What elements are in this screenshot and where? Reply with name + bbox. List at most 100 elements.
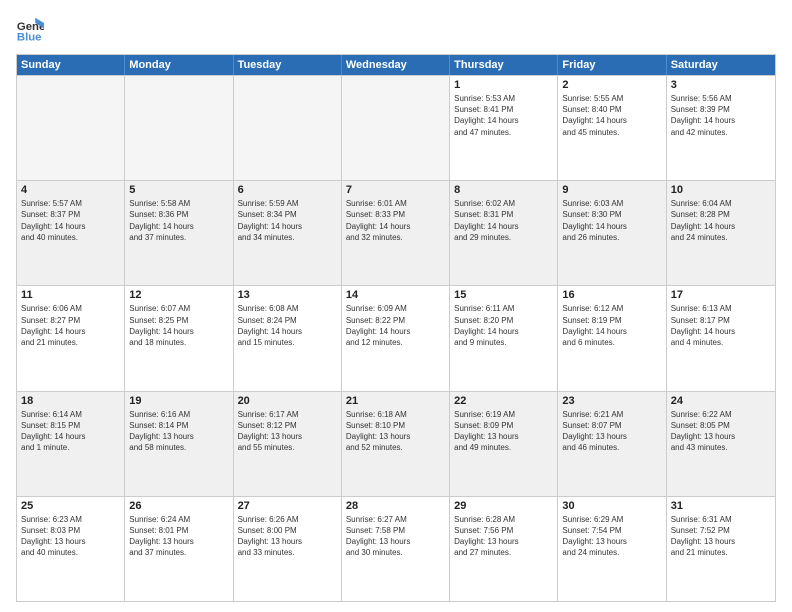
day-cell-12: 12 Sunrise: 6:07 AM Sunset: 8:25 PM Dayli… (125, 286, 233, 390)
day-cell-30: 30Sunrise: 6:29 AM Sunset: 7:54 PM Dayli… (558, 497, 666, 601)
day-cell-27: 27 Sunrise: 6:26 AM Sunset: 8:00 PM Dayli… (234, 497, 342, 601)
day-number: 19 (129, 395, 228, 407)
cell-info: Sunrise: 6:08 AM Sunset: 8:24 PM Dayligh… (238, 303, 337, 348)
day-cell-5: 5 Sunrise: 5:58 AM Sunset: 8:36 PM Daylig… (125, 181, 233, 285)
cell-info: Sunrise: 6:07 AM Sunset: 8:25 PM Dayligh… (129, 303, 228, 348)
empty-cell (234, 76, 342, 180)
header-cell-monday: Monday (125, 55, 233, 75)
day-number: 16 (562, 289, 661, 301)
cell-info: Sunrise: 6:14 AM Sunset: 8:15 PM Dayligh… (21, 409, 120, 454)
cell-info: Sunrise: 6:18 AM Sunset: 8:10 PM Dayligh… (346, 409, 445, 454)
day-cell-18: 18 Sunrise: 6:14 AM Sunset: 8:15 PM Dayli… (17, 392, 125, 496)
calendar-row-0: 1 Sunrise: 5:53 AM Sunset: 8:41 PM Daylig… (17, 75, 775, 180)
day-number: 11 (21, 289, 120, 301)
cell-info: Sunrise: 6:24 AM Sunset: 8:01 PM Dayligh… (129, 514, 228, 559)
day-number: 23 (562, 395, 661, 407)
empty-cell (17, 76, 125, 180)
day-number: 5 (129, 184, 228, 196)
header-cell-sunday: Sunday (17, 55, 125, 75)
day-number: 7 (346, 184, 445, 196)
cell-info: Sunrise: 6:29 AM Sunset: 7:54 PM Dayligh… (562, 514, 661, 559)
day-cell-9: 9 Sunrise: 6:03 AM Sunset: 8:30 PM Daylig… (558, 181, 666, 285)
day-number: 12 (129, 289, 228, 301)
cell-info: Sunrise: 6:19 AM Sunset: 8:09 PM Dayligh… (454, 409, 553, 454)
calendar: SundayMondayTuesdayWednesdayThursdayFrid… (16, 54, 776, 602)
day-cell-19: 19 Sunrise: 6:16 AM Sunset: 8:14 PM Dayli… (125, 392, 233, 496)
empty-cell (342, 76, 450, 180)
day-number: 20 (238, 395, 337, 407)
day-number: 13 (238, 289, 337, 301)
day-number: 27 (238, 500, 337, 512)
cell-info: Sunrise: 6:11 AM Sunset: 8:20 PM Dayligh… (454, 303, 553, 348)
day-cell-29: 29 Sunrise: 6:28 AM Sunset: 7:56 PM Dayli… (450, 497, 558, 601)
cell-info: Sunrise: 6:23 AM Sunset: 8:03 PM Dayligh… (21, 514, 120, 559)
day-number: 6 (238, 184, 337, 196)
cell-info: Sunrise: 6:26 AM Sunset: 8:00 PM Dayligh… (238, 514, 337, 559)
day-cell-10: 10Sunrise: 6:04 AM Sunset: 8:28 PM Dayli… (667, 181, 775, 285)
day-number: 14 (346, 289, 445, 301)
cell-info: Sunrise: 6:12 AM Sunset: 8:19 PM Dayligh… (562, 303, 661, 348)
calendar-header: SundayMondayTuesdayWednesdayThursdayFrid… (17, 55, 775, 75)
day-cell-26: 26Sunrise: 6:24 AM Sunset: 8:01 PM Dayli… (125, 497, 233, 601)
day-cell-17: 17 Sunrise: 6:13 AM Sunset: 8:17 PM Dayli… (667, 286, 775, 390)
day-cell-20: 20Sunrise: 6:17 AM Sunset: 8:12 PM Dayli… (234, 392, 342, 496)
header: General Blue (16, 16, 776, 44)
day-number: 18 (21, 395, 120, 407)
cell-info: Sunrise: 6:03 AM Sunset: 8:30 PM Dayligh… (562, 198, 661, 243)
day-number: 25 (21, 500, 120, 512)
cell-info: Sunrise: 6:02 AM Sunset: 8:31 PM Dayligh… (454, 198, 553, 243)
cell-info: Sunrise: 6:27 AM Sunset: 7:58 PM Dayligh… (346, 514, 445, 559)
calendar-body: 1 Sunrise: 5:53 AM Sunset: 8:41 PM Daylig… (17, 75, 775, 601)
page: General Blue SundayMondayTuesdayWednesda… (0, 0, 792, 612)
header-cell-thursday: Thursday (450, 55, 558, 75)
day-cell-23: 23 Sunrise: 6:21 AM Sunset: 8:07 PM Dayli… (558, 392, 666, 496)
day-cell-11: 11 Sunrise: 6:06 AM Sunset: 8:27 PM Dayli… (17, 286, 125, 390)
header-cell-tuesday: Tuesday (234, 55, 342, 75)
day-number: 15 (454, 289, 553, 301)
cell-info: Sunrise: 6:01 AM Sunset: 8:33 PM Dayligh… (346, 198, 445, 243)
cell-info: Sunrise: 6:13 AM Sunset: 8:17 PM Dayligh… (671, 303, 771, 348)
day-number: 29 (454, 500, 553, 512)
day-cell-14: 14Sunrise: 6:09 AM Sunset: 8:22 PM Dayli… (342, 286, 450, 390)
day-number: 9 (562, 184, 661, 196)
calendar-row-3: 18 Sunrise: 6:14 AM Sunset: 8:15 PM Dayli… (17, 391, 775, 496)
day-cell-8: 8 Sunrise: 6:02 AM Sunset: 8:31 PM Daylig… (450, 181, 558, 285)
day-cell-3: 3 Sunrise: 5:56 AM Sunset: 8:39 PM Daylig… (667, 76, 775, 180)
header-cell-friday: Friday (558, 55, 666, 75)
cell-info: Sunrise: 6:31 AM Sunset: 7:52 PM Dayligh… (671, 514, 771, 559)
day-cell-6: 6 Sunrise: 5:59 AM Sunset: 8:34 PM Daylig… (234, 181, 342, 285)
cell-info: Sunrise: 5:53 AM Sunset: 8:41 PM Dayligh… (454, 93, 553, 138)
day-cell-24: 24 Sunrise: 6:22 AM Sunset: 8:05 PM Dayli… (667, 392, 775, 496)
cell-info: Sunrise: 5:56 AM Sunset: 8:39 PM Dayligh… (671, 93, 771, 138)
cell-info: Sunrise: 5:58 AM Sunset: 8:36 PM Dayligh… (129, 198, 228, 243)
cell-info: Sunrise: 6:06 AM Sunset: 8:27 PM Dayligh… (21, 303, 120, 348)
day-cell-1: 1 Sunrise: 5:53 AM Sunset: 8:41 PM Daylig… (450, 76, 558, 180)
cell-info: Sunrise: 6:28 AM Sunset: 7:56 PM Dayligh… (454, 514, 553, 559)
day-number: 31 (671, 500, 771, 512)
day-number: 1 (454, 79, 553, 91)
day-cell-2: 2Sunrise: 5:55 AM Sunset: 8:40 PM Daylig… (558, 76, 666, 180)
day-number: 24 (671, 395, 771, 407)
header-cell-saturday: Saturday (667, 55, 775, 75)
cell-info: Sunrise: 6:21 AM Sunset: 8:07 PM Dayligh… (562, 409, 661, 454)
calendar-row-1: 4Sunrise: 5:57 AM Sunset: 8:37 PM Daylig… (17, 180, 775, 285)
day-cell-16: 16 Sunrise: 6:12 AM Sunset: 8:19 PM Dayli… (558, 286, 666, 390)
day-cell-22: 22Sunrise: 6:19 AM Sunset: 8:09 PM Dayli… (450, 392, 558, 496)
day-cell-15: 15 Sunrise: 6:11 AM Sunset: 8:20 PM Dayli… (450, 286, 558, 390)
day-number: 8 (454, 184, 553, 196)
cell-info: Sunrise: 6:16 AM Sunset: 8:14 PM Dayligh… (129, 409, 228, 454)
day-cell-13: 13 Sunrise: 6:08 AM Sunset: 8:24 PM Dayli… (234, 286, 342, 390)
day-number: 10 (671, 184, 771, 196)
cell-info: Sunrise: 6:22 AM Sunset: 8:05 PM Dayligh… (671, 409, 771, 454)
logo: General Blue (16, 16, 48, 44)
day-cell-21: 21Sunrise: 6:18 AM Sunset: 8:10 PM Dayli… (342, 392, 450, 496)
day-number: 17 (671, 289, 771, 301)
calendar-row-2: 11 Sunrise: 6:06 AM Sunset: 8:27 PM Dayli… (17, 285, 775, 390)
svg-text:Blue: Blue (17, 32, 42, 44)
day-cell-7: 7 Sunrise: 6:01 AM Sunset: 8:33 PM Daylig… (342, 181, 450, 285)
day-cell-28: 28Sunrise: 6:27 AM Sunset: 7:58 PM Dayli… (342, 497, 450, 601)
day-cell-31: 31 Sunrise: 6:31 AM Sunset: 7:52 PM Dayli… (667, 497, 775, 601)
header-cell-wednesday: Wednesday (342, 55, 450, 75)
cell-info: Sunrise: 5:59 AM Sunset: 8:34 PM Dayligh… (238, 198, 337, 243)
day-number: 3 (671, 79, 771, 91)
